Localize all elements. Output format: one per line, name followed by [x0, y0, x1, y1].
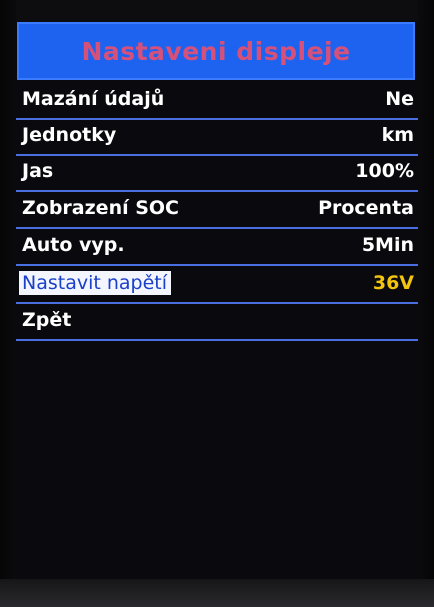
- menu-item-value: km: [381, 124, 414, 146]
- menu-item-label: Jednotky: [22, 124, 117, 146]
- menu-item-zobrazeni-soc[interactable]: Zobrazení SOC Procenta: [16, 193, 418, 229]
- menu-item-value: Procenta: [318, 197, 414, 219]
- device-bezel-left: [0, 0, 16, 607]
- menu-item-nastavit-napeti[interactable]: Nastavit napětí 36V: [16, 268, 418, 304]
- menu-item-label: Jas: [22, 160, 54, 182]
- menu-item-value: 5Min: [361, 234, 414, 256]
- menu-item-auto-vyp[interactable]: Auto vyp. 5Min: [16, 230, 418, 266]
- menu-item-zpet[interactable]: Zpět: [16, 305, 418, 341]
- device-bezel-bottom: [0, 579, 434, 607]
- menu-item-label: Auto vyp.: [22, 234, 125, 256]
- menu-item-mazani-udaju[interactable]: Mazání údajů Ne: [16, 84, 418, 120]
- display-screen: Nastaveni displeje Mazání údajů Ne Jedno…: [16, 22, 418, 579]
- menu-item-label-selected: Nastavit napětí: [19, 271, 172, 295]
- title-bar: Nastaveni displeje: [17, 22, 415, 80]
- menu-item-jednotky[interactable]: Jednotky km: [16, 120, 418, 156]
- page-title: Nastaveni displeje: [81, 36, 351, 66]
- menu-item-value: 100%: [355, 160, 414, 182]
- menu-item-value-selected: 36V: [372, 272, 414, 294]
- menu-item-label: Mazání údajů: [22, 88, 165, 110]
- device-bezel-right: [418, 0, 434, 607]
- menu-item-label: Zpět: [22, 309, 72, 331]
- menu-item-label: Zobrazení SOC: [22, 197, 180, 219]
- menu-item-value: Ne: [385, 88, 414, 110]
- menu-item-jas[interactable]: Jas 100%: [16, 156, 418, 192]
